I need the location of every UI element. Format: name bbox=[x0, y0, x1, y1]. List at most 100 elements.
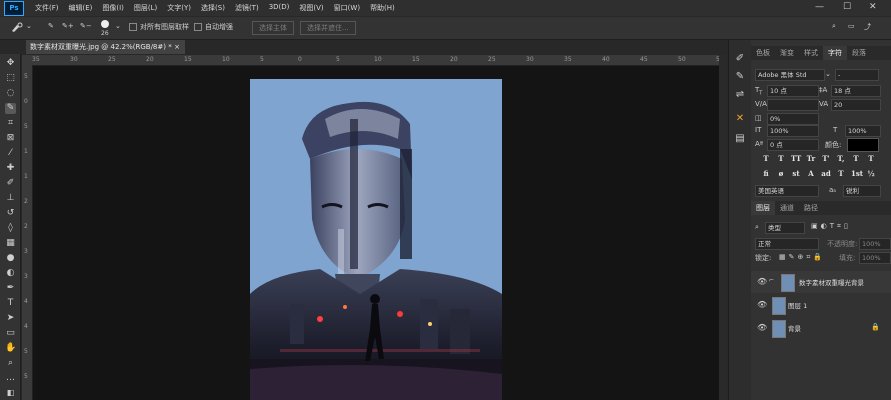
type-style-button[interactable]: T bbox=[851, 154, 861, 164]
share-icon[interactable]: ⤴ bbox=[864, 22, 871, 32]
visibility-eye-icon[interactable]: 👁 bbox=[757, 323, 767, 332]
hand-tool-icon[interactable]: ✋ bbox=[5, 343, 16, 354]
pen-tool-icon[interactable]: ✒ bbox=[5, 283, 16, 294]
properties-icon[interactable]: ▤ bbox=[733, 132, 747, 146]
healing-brush-tool-icon[interactable]: ✚ bbox=[5, 163, 16, 174]
history-brush-tool-icon[interactable]: ↺ bbox=[5, 208, 16, 219]
zoom-tool-icon[interactable]: ⌕ bbox=[5, 358, 16, 369]
move-tool-icon[interactable]: ✥ bbox=[5, 58, 16, 69]
type-style-button[interactable]: ø bbox=[776, 169, 786, 179]
font-style-select[interactable]: - bbox=[835, 69, 879, 81]
layer-filter-select[interactable]: 类型 bbox=[765, 222, 805, 234]
minimize-icon[interactable]: — bbox=[815, 2, 824, 12]
type-style-button[interactable]: T bbox=[836, 169, 846, 179]
menu-item[interactable]: 选择(S) bbox=[196, 3, 230, 13]
visibility-eye-icon[interactable]: 👁 bbox=[757, 277, 767, 286]
type-style-button[interactable]: ad bbox=[821, 169, 831, 179]
brush-options-chevron-icon[interactable]: ⌄ bbox=[115, 22, 121, 30]
type-style-button[interactable]: 1st bbox=[851, 169, 863, 179]
blend-mode-select[interactable]: 正常 bbox=[755, 238, 819, 250]
lasso-tool-icon[interactable]: ◌ bbox=[5, 88, 16, 99]
eraser-tool-icon[interactable]: ◊ bbox=[5, 223, 16, 234]
type-style-button[interactable]: st bbox=[791, 169, 801, 179]
tool-preset-chevron-icon[interactable]: ⌄ bbox=[26, 22, 32, 30]
eyedropper-tool-icon[interactable]: ⁄ bbox=[5, 148, 16, 159]
panel-tab[interactable]: 渐变 bbox=[775, 46, 799, 60]
font-family-chevron-icon[interactable]: ⌄ bbox=[825, 70, 831, 78]
more-tools-icon[interactable]: … bbox=[5, 373, 16, 384]
layer-row[interactable]: 👁 ⌐ 数字素材双重曝光背景 bbox=[751, 271, 891, 293]
double-exposure-image[interactable] bbox=[250, 79, 502, 400]
font-size-input[interactable]: 10 点 bbox=[767, 85, 819, 97]
font-family-select[interactable]: Adobe 黑体 Std bbox=[755, 69, 825, 81]
document-tab[interactable]: 数字素材双重曝光.jpg @ 42.2%(RGB/8#) * × bbox=[26, 40, 185, 54]
gradient-tool-icon[interactable]: ▦ bbox=[5, 238, 16, 249]
leading-input[interactable]: 18 点 bbox=[831, 85, 881, 97]
menu-item[interactable]: 编辑(E) bbox=[64, 3, 98, 13]
type-style-button[interactable]: TT bbox=[791, 154, 801, 164]
menu-item[interactable]: 文字(Y) bbox=[162, 3, 196, 13]
quick-select-tool-icon[interactable] bbox=[10, 22, 24, 35]
quick-selection-tool-icon[interactable]: ✎ bbox=[5, 103, 16, 114]
shape-tool-icon[interactable]: ▭ bbox=[5, 328, 16, 339]
panel-tab[interactable]: 字符 bbox=[823, 46, 847, 60]
maximize-icon[interactable]: ☐ bbox=[843, 2, 851, 12]
crop-tool-icon[interactable]: ⌗ bbox=[5, 118, 16, 129]
workspace-icon[interactable]: ▭ bbox=[848, 22, 855, 30]
brush-tool-icon[interactable]: ✐ bbox=[5, 178, 16, 189]
type-style-button[interactable]: A bbox=[806, 169, 816, 179]
antialias-select[interactable]: 锐利 bbox=[843, 185, 881, 197]
layer-filter-icons[interactable]: ▣◐T⌗▯ bbox=[811, 222, 851, 231]
menu-item[interactable]: 视图(V) bbox=[294, 3, 328, 13]
brush-settings-icon[interactable]: ✐ bbox=[733, 52, 747, 66]
auto-enhance-checkbox[interactable]: 自动增强 bbox=[194, 22, 233, 32]
panel-tab[interactable]: 样式 bbox=[799, 46, 823, 60]
layer-row[interactable]: 👁 背景 🔒 bbox=[751, 317, 891, 339]
close-window-icon[interactable]: ✕ bbox=[869, 2, 877, 12]
new-selection-icon[interactable]: ✎ bbox=[48, 22, 54, 30]
layer-row[interactable]: 👁 图层 1 bbox=[751, 294, 891, 316]
menu-item[interactable]: 图像(I) bbox=[97, 3, 129, 13]
blur-tool-icon[interactable]: ● bbox=[5, 253, 16, 264]
menu-item[interactable]: 滤镜(T) bbox=[230, 3, 264, 13]
fill-input[interactable]: 100% bbox=[859, 252, 891, 264]
adjustments-icon[interactable]: ⇌ bbox=[733, 88, 747, 102]
horizontal-scale-input[interactable]: 100% bbox=[845, 125, 881, 137]
color-swatches-icon[interactable]: ◧ bbox=[5, 387, 16, 398]
menu-item[interactable]: 帮助(H) bbox=[365, 3, 400, 13]
close-document-icon[interactable]: × bbox=[174, 40, 180, 54]
tsume-input[interactable]: 0% bbox=[767, 113, 819, 125]
text-color-swatch[interactable] bbox=[847, 138, 879, 152]
search-icon[interactable]: ⌕ bbox=[832, 22, 836, 31]
lock-icons[interactable]: ▦✎⊕⌗🔒 bbox=[779, 253, 825, 262]
panel-tab[interactable]: 路径 bbox=[799, 201, 823, 215]
vertical-scrollbar[interactable] bbox=[719, 55, 727, 400]
subtract-selection-icon[interactable]: ✎− bbox=[80, 22, 92, 30]
type-style-button[interactable]: fi bbox=[761, 169, 771, 179]
menu-item[interactable]: 3D(D) bbox=[264, 3, 295, 13]
visibility-eye-icon[interactable]: 👁 bbox=[757, 300, 767, 309]
panel-tab[interactable]: 段落 bbox=[847, 46, 871, 60]
marquee-tool-icon[interactable]: ⬚ bbox=[5, 73, 16, 84]
type-style-button[interactable]: ½ bbox=[866, 169, 876, 179]
menu-item[interactable]: 图层(L) bbox=[129, 3, 162, 13]
type-style-button[interactable]: T bbox=[761, 154, 771, 164]
type-style-button[interactable]: T, bbox=[836, 154, 846, 164]
vertical-scale-input[interactable]: 100% bbox=[767, 125, 819, 137]
menu-item[interactable]: 文件(F) bbox=[30, 3, 64, 13]
opacity-input[interactable]: 100% bbox=[859, 238, 891, 250]
tool-presets-icon[interactable]: ✕ bbox=[733, 112, 747, 126]
brush-presets-icon[interactable]: ✎ bbox=[733, 70, 747, 84]
type-style-button[interactable]: T bbox=[776, 154, 786, 164]
clone-stamp-tool-icon[interactable]: ⊥ bbox=[5, 193, 16, 204]
panel-tab[interactable]: 通道 bbox=[775, 201, 799, 215]
baseline-shift-input[interactable]: 0 点 bbox=[767, 139, 819, 151]
tracking-input[interactable]: 20 bbox=[831, 99, 881, 111]
dodge-tool-icon[interactable]: ◐ bbox=[5, 268, 16, 279]
type-style-button[interactable]: T' bbox=[821, 154, 831, 164]
select-subject-button[interactable]: 选择主体 bbox=[252, 21, 294, 35]
select-and-mask-button[interactable]: 选择并遮住... bbox=[300, 21, 356, 35]
kerning-input[interactable] bbox=[767, 99, 819, 111]
frame-tool-icon[interactable]: ⊠ bbox=[5, 133, 16, 144]
type-style-button[interactable]: T bbox=[866, 154, 876, 164]
